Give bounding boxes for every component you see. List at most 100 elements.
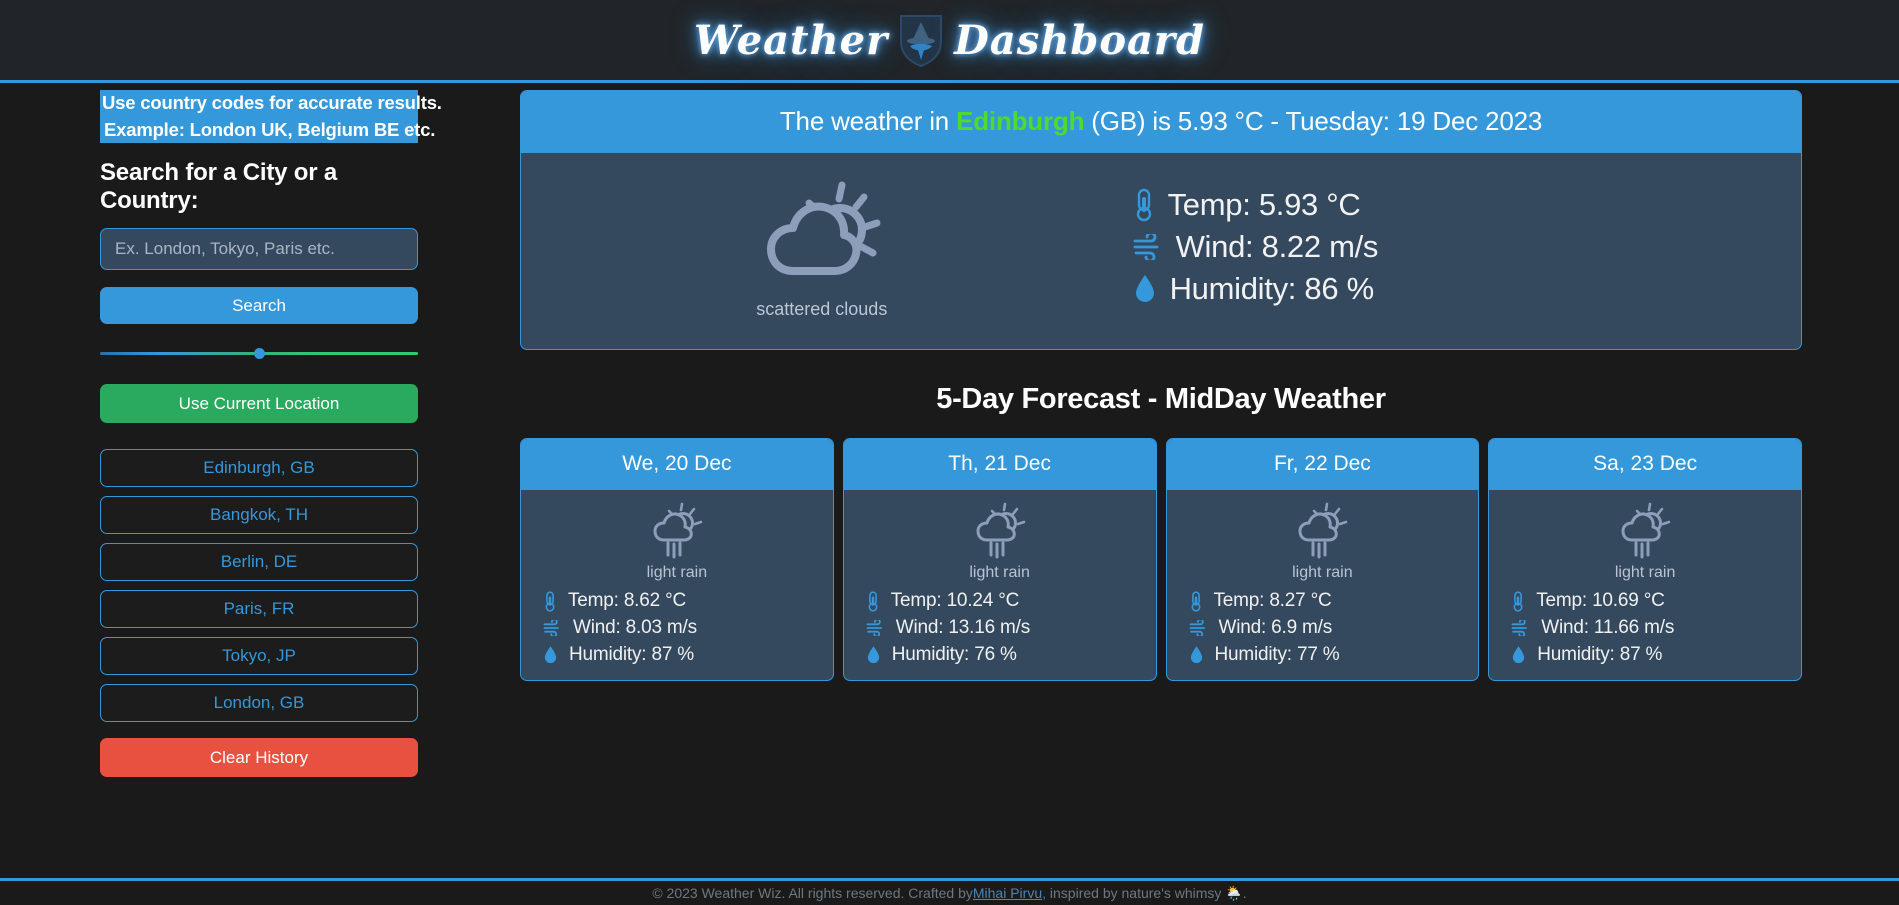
thermometer-icon (1190, 590, 1201, 612)
forecast-title: 5-Day Forecast - MidDay Weather (936, 383, 1386, 415)
forecast-humidity-row: Humidity: 87 % (543, 644, 833, 666)
forecast-icon-wrap: light rain (521, 500, 833, 590)
forecast-day-label: We, 20 Dec (521, 439, 833, 490)
forecast-stats: Temp: 8.62 °C Wind: 8.03 m/s Humidity: 8… (521, 590, 833, 666)
rain-sun-icon (653, 502, 703, 559)
forecast-humidity-row: Humidity: 77 % (1189, 644, 1479, 666)
history-item[interactable]: Tokyo, JP (100, 637, 418, 676)
forecast-card: We, 20 Dec light rain Temp: 8.62 °C Wind… (520, 438, 834, 681)
forecast-humidity-text: Humidity: 77 % (1214, 644, 1340, 665)
wind-icon (1133, 234, 1158, 260)
footer-text-after: , inspired by nature's whimsy 🌦️. (1042, 884, 1247, 901)
history-item[interactable]: Berlin, DE (100, 543, 418, 582)
forecast-description: light rain (969, 564, 1030, 581)
forecast-temp-row: Temp: 10.69 °C (1511, 590, 1801, 612)
forecast-temp-text: Temp: 10.24 °C (890, 590, 1020, 611)
rain-sun-icon (1621, 502, 1671, 559)
thermometer-icon (545, 590, 555, 612)
forecast-wind-text: Wind: 13.16 m/s (895, 617, 1031, 638)
forecast-description: light rain (646, 564, 708, 581)
current-weather-icon-block: scattered clouds (521, 175, 1123, 320)
forecast-card-body: light rain Temp: 10.24 °C Wind: 13.16 m/… (844, 490, 1156, 680)
search-history-list: Edinburgh, GB Bangkok, TH Berlin, DE Par… (100, 449, 418, 723)
forecast-temp-text: Temp: 8.27 °C (1213, 590, 1332, 611)
forecast-temp-row: Temp: 8.62 °C (543, 590, 833, 612)
forecast-icon-wrap: light rain (1489, 500, 1801, 590)
forecast-day-label: Sa, 23 Dec (1489, 439, 1801, 490)
forecast-temp-text: Temp: 8.62 °C (568, 590, 686, 611)
wind-icon (866, 620, 882, 636)
search-input[interactable] (100, 228, 418, 271)
forecast-stats: Temp: 8.27 °C Wind: 6.9 m/s Humidity: 77… (1167, 590, 1479, 666)
forecast-stats: Temp: 10.24 °C Wind: 13.16 m/s Humidity:… (844, 590, 1156, 666)
forecast-wind-row: Wind: 11.66 m/s (1511, 617, 1801, 639)
use-current-location-button[interactable]: Use Current Location (100, 384, 418, 424)
forecast-day-label: Th, 21 Dec (843, 439, 1156, 490)
current-temp-row: Temp: 5.93 °C (1133, 187, 1801, 223)
app-title-second: Dashboard (954, 16, 1205, 64)
current-weather-stats: Temp: 5.93 °C Wind: 8.22 m/s Humidity: 8… (1123, 187, 1801, 307)
wind-icon (1189, 620, 1205, 636)
current-wind-row: Wind: 8.22 m/s (1133, 229, 1801, 265)
forecast-wind-text: Wind: 8.03 m/s (573, 617, 697, 638)
app-title-first: Weather (694, 16, 889, 64)
current-city-name: Edinburgh (956, 106, 1085, 136)
clear-history-button[interactable]: Clear History (100, 738, 418, 778)
hint-country-codes: Use country codes for accurate results. (100, 90, 442, 117)
brand: Weather Dashboard (694, 12, 1205, 68)
history-item[interactable]: Bangkok, TH (100, 496, 418, 535)
forecast-card-body: light rain Temp: 10.69 °C Wind: 11.66 m/… (1489, 490, 1801, 680)
wind-icon (543, 620, 559, 636)
page-body: Use country codes for accurate results. … (0, 83, 1899, 878)
wizard-shield-icon (900, 15, 943, 68)
forecast-card: Th, 21 Dec light rain Temp: 10.24 °C Win… (842, 438, 1157, 681)
rain-sun-icon (1298, 502, 1348, 559)
current-weather-headline: The weather in Edinburgh (GB) is 5.93 °C… (521, 91, 1801, 153)
rain-sun-icon (976, 502, 1025, 559)
section-divider (100, 348, 418, 360)
footer-text-before: © 2023 Weather Wiz. All rights reserved.… (652, 885, 973, 901)
forecast-card: Fr, 22 Dec light rain Temp: 8.27 °C Wind… (1165, 438, 1480, 681)
forecast-wind-row: Wind: 13.16 m/s (866, 617, 1156, 639)
footer-author-link[interactable]: Mihai Pirvu (973, 885, 1042, 901)
forecast-card-body: light rain Temp: 8.62 °C Wind: 8.03 m/s … (521, 490, 833, 680)
history-item[interactable]: London, GB (100, 684, 418, 723)
forecast-humidity-text: Humidity: 87 % (1537, 644, 1663, 665)
history-item[interactable]: Edinburgh, GB (100, 449, 418, 488)
current-temp-text: Temp: 5.93 °C (1167, 187, 1361, 222)
current-humidity-row: Humidity: 86 % (1133, 271, 1801, 307)
current-weather-description: scattered clouds (756, 298, 888, 319)
thermometer-icon (1513, 590, 1523, 612)
forecast-temp-row: Temp: 10.24 °C (866, 590, 1156, 612)
hint-example: Example: London UK, Belgium BE etc. (100, 116, 435, 144)
forecast-humidity-row: Humidity: 76 % (866, 644, 1156, 666)
forecast-humidity-text: Humidity: 76 % (891, 644, 1017, 665)
current-weather-body: scattered clouds Temp: 5.93 °C Wind: 8.2… (521, 153, 1801, 349)
forecast-grid: We, 20 Dec light rain Temp: 8.62 °C Wind… (520, 438, 1802, 681)
forecast-wind-text: Wind: 6.9 m/s (1218, 617, 1333, 638)
main-content: The weather in Edinburgh (GB) is 5.93 °C… (510, 83, 1899, 878)
current-wind-text: Wind: 8.22 m/s (1175, 229, 1379, 264)
forecast-stats: Temp: 10.69 °C Wind: 11.66 m/s Humidity:… (1489, 590, 1801, 666)
forecast-wind-text: Wind: 11.66 m/s (1541, 617, 1675, 638)
forecast-temp-text: Temp: 10.69 °C (1536, 590, 1665, 611)
thermometer-icon (868, 590, 878, 612)
droplet-icon (1190, 646, 1202, 664)
forecast-temp-row: Temp: 8.27 °C (1189, 590, 1479, 612)
search-label: Search for a City or a Country: (100, 159, 338, 215)
thermometer-icon (1136, 188, 1151, 222)
forecast-humidity-text: Humidity: 87 % (569, 644, 694, 665)
forecast-wind-row: Wind: 6.9 m/s (1189, 617, 1479, 639)
forecast-day-label: Fr, 22 Dec (1166, 439, 1479, 490)
droplet-icon (1135, 275, 1154, 302)
sidebar: Use country codes for accurate results. … (0, 83, 510, 878)
forecast-card-body: light rain Temp: 8.27 °C Wind: 6.9 m/s H… (1167, 490, 1479, 680)
current-humidity-text: Humidity: 86 % (1169, 271, 1375, 306)
droplet-icon (544, 646, 557, 664)
forecast-icon-wrap: light rain (844, 500, 1156, 590)
droplet-icon (1513, 646, 1525, 664)
forecast-wind-row: Wind: 8.03 m/s (543, 617, 833, 639)
search-button[interactable]: Search (100, 287, 418, 325)
wind-icon (1511, 620, 1528, 636)
history-item[interactable]: Paris, FR (100, 590, 418, 629)
